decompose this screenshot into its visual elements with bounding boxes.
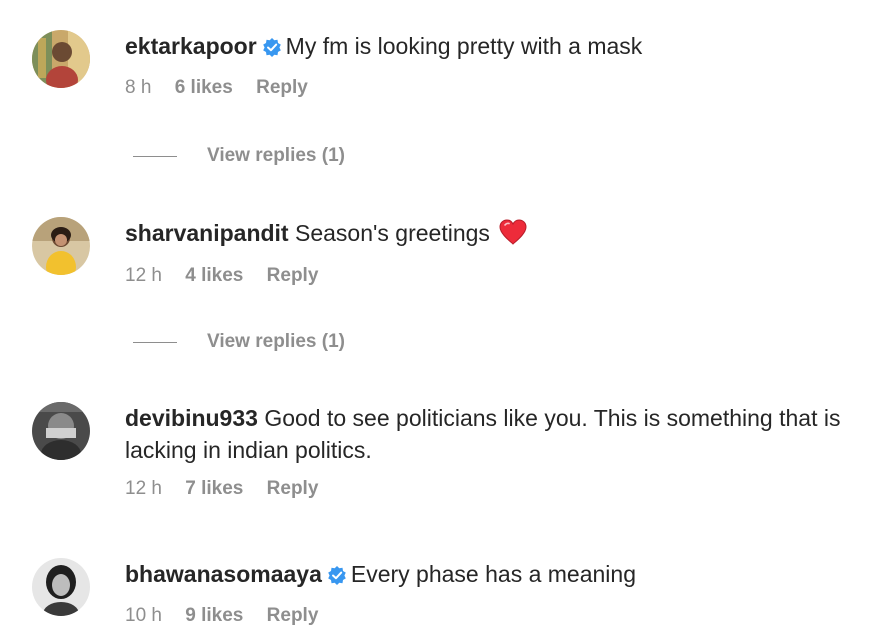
verified-badge-icon xyxy=(327,561,347,593)
comment-meta: 10 h 9 likes Reply xyxy=(125,605,855,627)
comment-body: ektarkapoor My fm is looking pretty with … xyxy=(125,30,855,99)
comment-time: 12 h xyxy=(125,478,162,499)
comment-message: My fm is looking pretty with a mask xyxy=(285,33,643,59)
reply-button[interactable]: Reply xyxy=(267,605,319,626)
comment-meta: 12 h 7 likes Reply xyxy=(125,478,855,500)
comment-username[interactable]: sharvanipandit xyxy=(125,220,289,246)
avatar[interactable] xyxy=(32,402,90,460)
comment-time: 12 h xyxy=(125,265,162,286)
view-replies-button[interactable]: View replies (1) xyxy=(133,331,345,353)
comment-message: Every phase has a meaning xyxy=(350,561,636,587)
comment-body: devibinu933 Good to see politicians like… xyxy=(125,402,855,500)
comment-username[interactable]: bhawanasomaaya xyxy=(125,561,322,587)
comment-meta: 8 h 6 likes Reply xyxy=(125,77,855,99)
heart-icon xyxy=(498,219,528,253)
comment-likes[interactable]: 7 likes xyxy=(185,478,243,499)
avatar[interactable] xyxy=(32,217,90,275)
comment-likes[interactable]: 6 likes xyxy=(175,77,233,98)
comment-time: 8 h xyxy=(125,77,152,98)
view-replies-button[interactable]: View replies (1) xyxy=(133,145,345,167)
comment-text: sharvanipandit Season's greetings xyxy=(125,217,855,253)
verified-badge-icon xyxy=(262,33,282,65)
comment-text: bhawanasomaaya Every phase has a meaning xyxy=(125,558,855,593)
avatar[interactable] xyxy=(32,30,90,88)
comment-username[interactable]: devibinu933 xyxy=(125,405,258,431)
comment-time: 10 h xyxy=(125,605,162,626)
reply-button[interactable]: Reply xyxy=(267,478,319,499)
avatar[interactable] xyxy=(32,558,90,616)
comment-body: bhawanasomaaya Every phase has a meaning … xyxy=(125,558,855,627)
divider-line xyxy=(133,341,177,343)
comment-message: Season's greetings xyxy=(295,220,490,246)
comment-text: ektarkapoor My fm is looking pretty with … xyxy=(125,30,855,65)
view-replies-label: View replies (1) xyxy=(207,331,345,352)
comment-text: devibinu933 Good to see politicians like… xyxy=(125,402,855,466)
divider-line xyxy=(133,155,177,157)
comment-username[interactable]: ektarkapoor xyxy=(125,33,257,59)
reply-button[interactable]: Reply xyxy=(256,77,308,98)
reply-button[interactable]: Reply xyxy=(267,265,319,286)
comment-body: sharvanipandit Season's greetings 12 h 4… xyxy=(125,217,855,287)
view-replies-label: View replies (1) xyxy=(207,145,345,166)
comment-likes[interactable]: 4 likes xyxy=(185,265,243,286)
comment-meta: 12 h 4 likes Reply xyxy=(125,265,855,287)
comment-likes[interactable]: 9 likes xyxy=(185,605,243,626)
